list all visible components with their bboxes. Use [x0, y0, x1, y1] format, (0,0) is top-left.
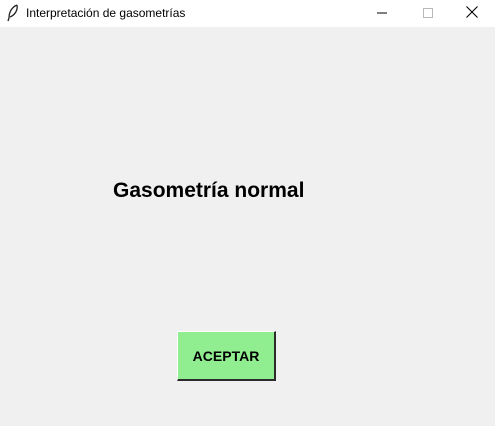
accept-button[interactable]: ACEPTAR	[177, 331, 276, 381]
minimize-button[interactable]	[359, 0, 405, 27]
app-window: Interpretación de gasometrías Gasometría…	[0, 0, 495, 426]
close-button[interactable]	[449, 0, 495, 27]
window-title: Interpretación de gasometrías	[26, 6, 186, 20]
maximize-button[interactable]	[405, 0, 451, 27]
result-label: Gasometría normal	[113, 179, 305, 202]
close-icon	[466, 5, 478, 23]
maximize-icon	[423, 5, 433, 23]
minimize-icon	[377, 5, 387, 23]
feather-icon	[6, 4, 20, 22]
title-bar[interactable]: Interpretación de gasometrías	[0, 0, 495, 27]
